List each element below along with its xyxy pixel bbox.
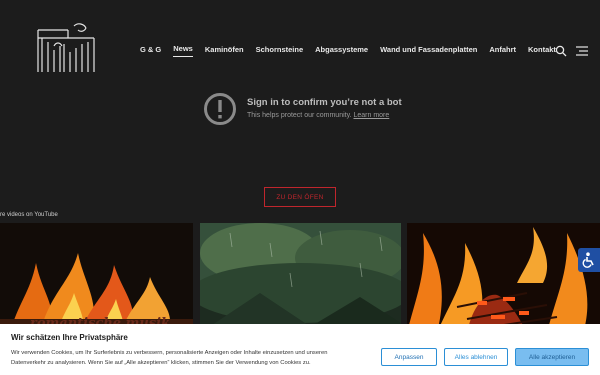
nav-item-kontakt[interactable]: Kontakt xyxy=(528,45,556,57)
wheelchair-icon xyxy=(582,252,594,268)
youtube-message-subtitle: This helps protect our community. Learn … xyxy=(247,112,389,119)
cookie-adjust-button[interactable]: Anpassen xyxy=(381,348,437,366)
video-thumbnail-forest-rain[interactable] xyxy=(200,223,401,333)
nav-item-schornsteine[interactable]: Schornsteine xyxy=(256,45,304,57)
cookie-banner-title: Wir schätzen Ihre Privatsphäre xyxy=(11,333,128,342)
cookie-reject-all-button[interactable]: Alles ablehnen xyxy=(444,348,508,366)
youtube-subtitle-text: This helps protect our community. xyxy=(247,112,352,119)
zu-den-oefen-button[interactable]: ZU DEN ÖFEN xyxy=(264,187,336,207)
nav-item-anfahrt[interactable]: Anfahrt xyxy=(489,45,516,57)
cookie-banner-text: Wir verwenden Cookies, um Ihr Surferlebn… xyxy=(11,350,328,366)
nav-item-abgassysteme[interactable]: Abgassysteme xyxy=(315,45,368,57)
nav-item-kaminoefen[interactable]: Kaminöfen xyxy=(205,45,244,57)
video-thumbnail-fireplace-music[interactable]: romantische musik xyxy=(0,223,193,333)
page: G & G News Kaminöfen Schornsteine Abgass… xyxy=(0,0,600,375)
nav-item-g-und-g[interactable]: G & G xyxy=(140,45,161,57)
cookie-banner: Wir schätzen Ihre Privatsphäre Wir verwe… xyxy=(0,324,600,375)
more-videos-label: re videos on YouTube xyxy=(0,212,58,218)
logo[interactable] xyxy=(34,22,98,76)
nav-item-news[interactable]: News xyxy=(173,44,193,57)
learn-more-link[interactable]: Learn more xyxy=(353,112,389,119)
cookie-accept-all-button[interactable]: Alle akzeptieren xyxy=(515,348,589,366)
youtube-message-title: Sign in to confirm you’re not a bot xyxy=(247,97,402,108)
main-nav: G & G News Kaminöfen Schornsteine Abgass… xyxy=(140,44,568,57)
nav-item-wand-fassadenplatten[interactable]: Wand und Fassadenplatten xyxy=(380,45,477,57)
menu-icon[interactable] xyxy=(576,46,588,56)
warning-icon xyxy=(204,93,236,125)
search-icon[interactable] xyxy=(555,45,567,57)
accessibility-button[interactable] xyxy=(578,248,600,272)
video-thumbnail-burning-logs[interactable] xyxy=(407,223,600,333)
